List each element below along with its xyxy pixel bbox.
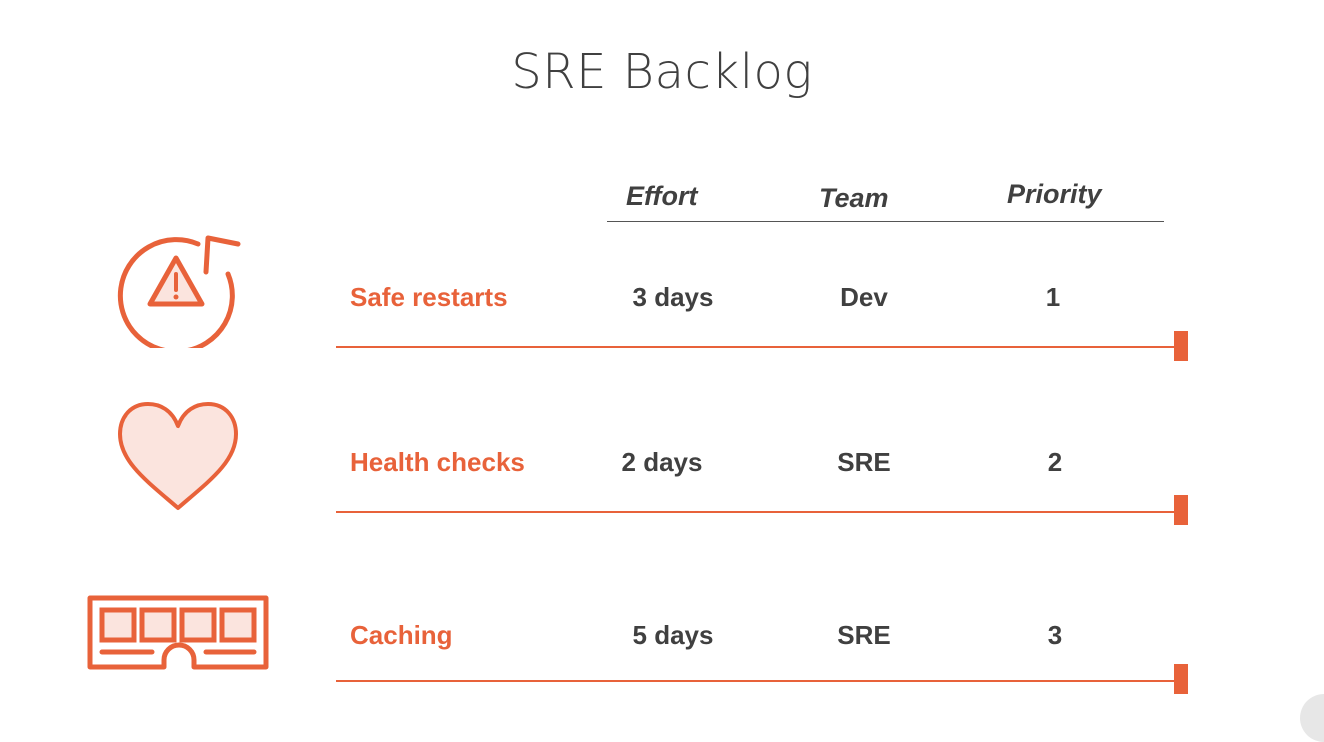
row-effort: 5 days (632, 620, 714, 650)
row-divider (336, 511, 1182, 513)
row-divider-cap (1174, 664, 1188, 694)
column-header-priority: Priority (1007, 179, 1102, 209)
slide-title: SRE Backlog (511, 44, 813, 100)
row-divider (336, 680, 1182, 682)
row-divider-cap (1174, 495, 1188, 525)
column-header-team: Team (819, 183, 889, 213)
heart-icon (118, 402, 238, 510)
row-label-safe-restarts: Safe restarts (350, 282, 508, 312)
column-header-effort: Effort (626, 181, 698, 211)
row-label-caching: Caching (350, 620, 453, 650)
row-priority: 2 (1047, 447, 1063, 477)
memory-module-icon (87, 595, 269, 670)
row-divider-cap (1174, 331, 1188, 361)
row-priority: 3 (1047, 620, 1063, 650)
row-team: SRE (837, 620, 891, 650)
row-label-health-checks: Health checks (350, 447, 525, 477)
player-control-button[interactable] (1300, 694, 1324, 742)
row-priority: 1 (1045, 282, 1061, 312)
row-team: Dev (840, 282, 888, 312)
row-team: SRE (837, 447, 891, 477)
row-divider (336, 346, 1182, 348)
header-divider (607, 221, 1164, 222)
warning-restart-icon (117, 235, 241, 348)
row-effort: 3 days (632, 282, 714, 312)
row-effort: 2 days (621, 447, 703, 477)
